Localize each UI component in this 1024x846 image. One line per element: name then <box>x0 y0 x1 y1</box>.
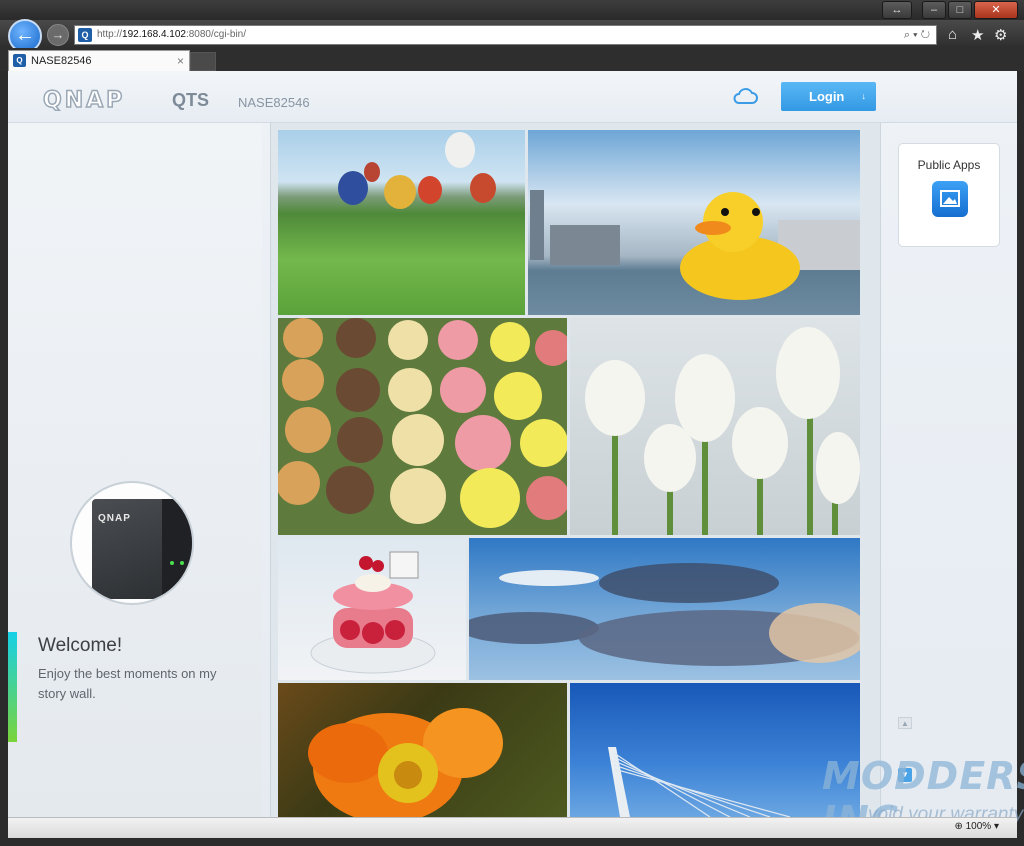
photo-glyph <box>940 190 960 207</box>
close-window-button[interactable]: ✕ <box>974 1 1018 19</box>
address-bar[interactable]: Q http://192.168.4.102:8080/cgi-bin/ ⌕ ▾… <box>74 25 937 45</box>
tulips-drawing <box>585 327 860 535</box>
url-host: 192.168.4.102 <box>122 29 186 40</box>
tab-close-icon[interactable]: × <box>177 51 184 71</box>
photo-hot-air-balloons[interactable] <box>278 130 525 315</box>
window-frame-bottom <box>0 838 1024 846</box>
duck-drawing <box>530 190 860 300</box>
story-wall <box>270 123 881 817</box>
bridge-drawing <box>608 747 791 817</box>
url-path: :8080/cgi-bin/ <box>185 29 247 40</box>
new-tab-button[interactable] <box>190 52 216 71</box>
nas-side-panel <box>162 499 192 599</box>
search-refresh-icons[interactable]: ⌕ ▾ ↻ <box>904 26 930 44</box>
welcome-title: Welcome! <box>38 635 123 656</box>
nas-login-page: QNAP QTS NASE82546 Login ↓ QNAP Welcome!… <box>8 71 1017 817</box>
tab-favicon-icon: Q <box>13 54 26 67</box>
photo-blue-sky-clouds[interactable] <box>469 538 860 680</box>
zoom-level[interactable]: ⊕ 100% ▾ <box>954 821 999 832</box>
restore-arrows-button[interactable]: ↔ <box>882 1 912 19</box>
maximize-button[interactable]: □ <box>948 1 972 19</box>
login-button[interactable]: Login ↓ <box>781 82 876 111</box>
nas-led <box>180 561 184 565</box>
forward-arrow-icon: → <box>51 27 65 42</box>
nas-led <box>170 561 174 565</box>
settings-gear-icon[interactable]: ⚙ <box>994 26 1007 44</box>
nas-device-image: QNAP <box>70 481 194 605</box>
zoom-icon: ⊕ <box>954 821 966 832</box>
tab-title: NASE82546 <box>31 55 92 67</box>
dessert-drawing <box>310 551 436 674</box>
macarons-drawing <box>278 318 567 528</box>
minimize-button[interactable]: – <box>922 1 946 19</box>
nas-brand-label: QNAP <box>98 513 131 524</box>
cloud-icon[interactable] <box>732 85 758 107</box>
zoom-value: 100% <box>965 821 992 832</box>
back-arrow-icon: ← <box>15 24 35 46</box>
url-scheme: http:// <box>97 29 123 40</box>
status-bar: ⊕ 100% ▾ <box>8 817 1017 838</box>
welcome-panel: QNAP Welcome! Enjoy the best moments on … <box>8 123 262 817</box>
photo-orange-poppy[interactable] <box>278 683 567 817</box>
public-apps-label: Public Apps <box>917 158 981 172</box>
public-apps-card[interactable]: Public Apps <box>898 143 1000 247</box>
welcome-accent-bar <box>8 632 17 742</box>
welcome-subtitle: Enjoy the best moments on my story wall. <box>38 666 217 701</box>
qnap-logo: QNAP <box>42 87 126 114</box>
home-icon[interactable]: ⌂ <box>948 26 957 43</box>
device-name: NASE82546 <box>238 95 310 110</box>
clouds-drawing <box>469 563 860 666</box>
photo-macarons[interactable] <box>278 318 567 535</box>
photo-rubber-duck-harbor[interactable] <box>528 130 860 315</box>
page-header: QNAP QTS NASE82546 Login ↓ <box>8 71 1017 123</box>
site-favicon-icon: Q <box>78 28 92 42</box>
photo-macaron-dessert[interactable] <box>278 538 466 680</box>
balloons-drawing <box>338 132 496 209</box>
photo-cable-bridge[interactable] <box>570 683 860 817</box>
tab-nas[interactable]: Q NASE82546 × <box>8 50 190 71</box>
login-label: Login <box>809 89 845 104</box>
window-frame-right <box>1017 71 1024 846</box>
login-dropdown-icon: ↓ <box>861 91 867 101</box>
window-frame-left <box>0 71 8 846</box>
forward-button[interactable]: → <box>47 24 69 46</box>
photo-station-icon[interactable] <box>932 181 968 217</box>
nas-device-body: QNAP <box>92 499 192 599</box>
poppy-drawing <box>308 708 503 817</box>
qts-label: QTS <box>172 90 210 110</box>
photo-white-tulips[interactable] <box>570 318 860 535</box>
scroll-up-button[interactable]: ▲ <box>898 717 912 729</box>
favorites-star-icon[interactable]: ★ <box>971 26 984 44</box>
